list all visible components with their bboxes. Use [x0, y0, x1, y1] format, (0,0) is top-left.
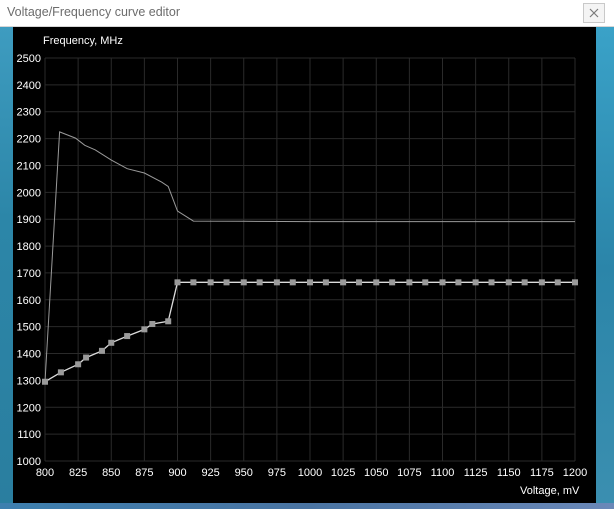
y-tick-label: 1300	[17, 375, 41, 387]
curve-point-handle[interactable]	[340, 279, 347, 286]
y-tick-label: 1200	[17, 402, 41, 414]
curve-point-handle[interactable]	[472, 279, 479, 286]
curve-point-handle[interactable]	[439, 279, 446, 286]
y-tick-label: 1700	[17, 268, 41, 280]
curve-point-handle[interactable]	[307, 279, 313, 286]
curve-point-handle[interactable]	[521, 279, 528, 286]
curve-point-handle[interactable]	[83, 354, 90, 361]
vf-curve-chart[interactable]: Frequency, MHz Voltage, mV 800 825 850 875 9…	[13, 27, 596, 503]
curve-point-handle[interactable]	[207, 279, 214, 286]
close-button[interactable]	[583, 3, 605, 23]
curve-point-handle[interactable]	[108, 339, 115, 346]
y-tick-label: 1000	[17, 456, 41, 468]
x-tick-label: 1075	[397, 467, 421, 479]
y-tick-label: 1900	[17, 214, 41, 226]
y-tick-label: 1600	[17, 295, 41, 307]
x-tick-label: 1125	[464, 467, 488, 479]
curve-point-handle[interactable]	[505, 279, 512, 286]
curve-point-handle[interactable]	[538, 279, 545, 286]
x-tick-label: 1175	[530, 467, 554, 479]
curve-point-handle[interactable]	[322, 279, 329, 286]
y-tick-label: 2200	[17, 134, 41, 146]
y-tick-label: 1500	[17, 322, 41, 334]
y-tick-label: 2100	[17, 160, 41, 172]
curve-point-handle[interactable]	[389, 279, 396, 286]
curve-point-handle[interactable]	[356, 279, 363, 286]
y-tick-label: 1100	[17, 429, 41, 441]
x-tick-label: 950	[235, 467, 253, 479]
y-tick-label: 2500	[17, 53, 41, 65]
window-title: Voltage/Frequency curve editor	[7, 5, 181, 19]
x-tick-label: 1000	[298, 467, 322, 479]
x-tick-label: 1100	[431, 467, 455, 479]
curve-point-handle[interactable]	[124, 333, 131, 340]
curve-point-handle[interactable]	[455, 279, 462, 286]
curve-point-handle[interactable]	[273, 279, 280, 286]
curve-point-handle[interactable]	[422, 279, 429, 286]
x-tick-label: 875	[135, 467, 153, 479]
curve-point-handle[interactable]	[240, 279, 247, 286]
y-tick-label: 1400	[17, 349, 41, 361]
curve-point-handle[interactable]	[572, 279, 578, 286]
curve-point-handle[interactable]	[141, 326, 148, 333]
y-tick-label: 2300	[17, 107, 41, 119]
x-tick-label: 975	[268, 467, 286, 479]
curve-point-handle[interactable]	[57, 369, 64, 376]
curve-point-handle[interactable]	[256, 279, 263, 286]
desktop-background-bottom	[0, 503, 614, 509]
x-tick-label: 850	[102, 467, 120, 479]
curve-point-handle[interactable]	[190, 279, 197, 286]
curve-point-handle[interactable]	[406, 279, 413, 286]
x-tick-label: 1200	[563, 467, 587, 479]
y-tick-label: 2000	[17, 187, 41, 199]
plot-area[interactable]: 800 825 850 875 900 925 950 975 1000 1025 1050 1075…	[13, 27, 596, 503]
curve-point-handle[interactable]	[373, 279, 380, 286]
x-tick-label: 1150	[497, 467, 521, 479]
curve-point-handle[interactable]	[223, 279, 230, 286]
curve-point-handle[interactable]	[42, 378, 48, 385]
x-tick-label: 825	[69, 467, 87, 479]
x-tick-label: 900	[168, 467, 186, 479]
x-tick-label: 1050	[364, 467, 388, 479]
close-icon	[589, 8, 599, 18]
y-tick-label: 1800	[17, 241, 41, 253]
curve-point-handle[interactable]	[98, 347, 105, 354]
curve-point-handle[interactable]	[174, 279, 181, 286]
y-tick-label: 2400	[17, 80, 41, 92]
curve-point-handle[interactable]	[554, 279, 561, 286]
curve-point-handle[interactable]	[488, 279, 495, 286]
curve-point-handle[interactable]	[149, 320, 156, 327]
x-tick-label: 925	[201, 467, 219, 479]
x-tick-label: 800	[36, 467, 54, 479]
x-tick-label: 1025	[331, 467, 355, 479]
curve-point-handle[interactable]	[165, 318, 172, 325]
title-bar[interactable]: Voltage/Frequency curve editor	[0, 0, 614, 27]
curve-point-handle[interactable]	[289, 279, 296, 286]
curve-point-handle[interactable]	[75, 361, 82, 368]
curve-editor-window: Voltage/Frequency curve editor Frequency…	[0, 0, 614, 503]
